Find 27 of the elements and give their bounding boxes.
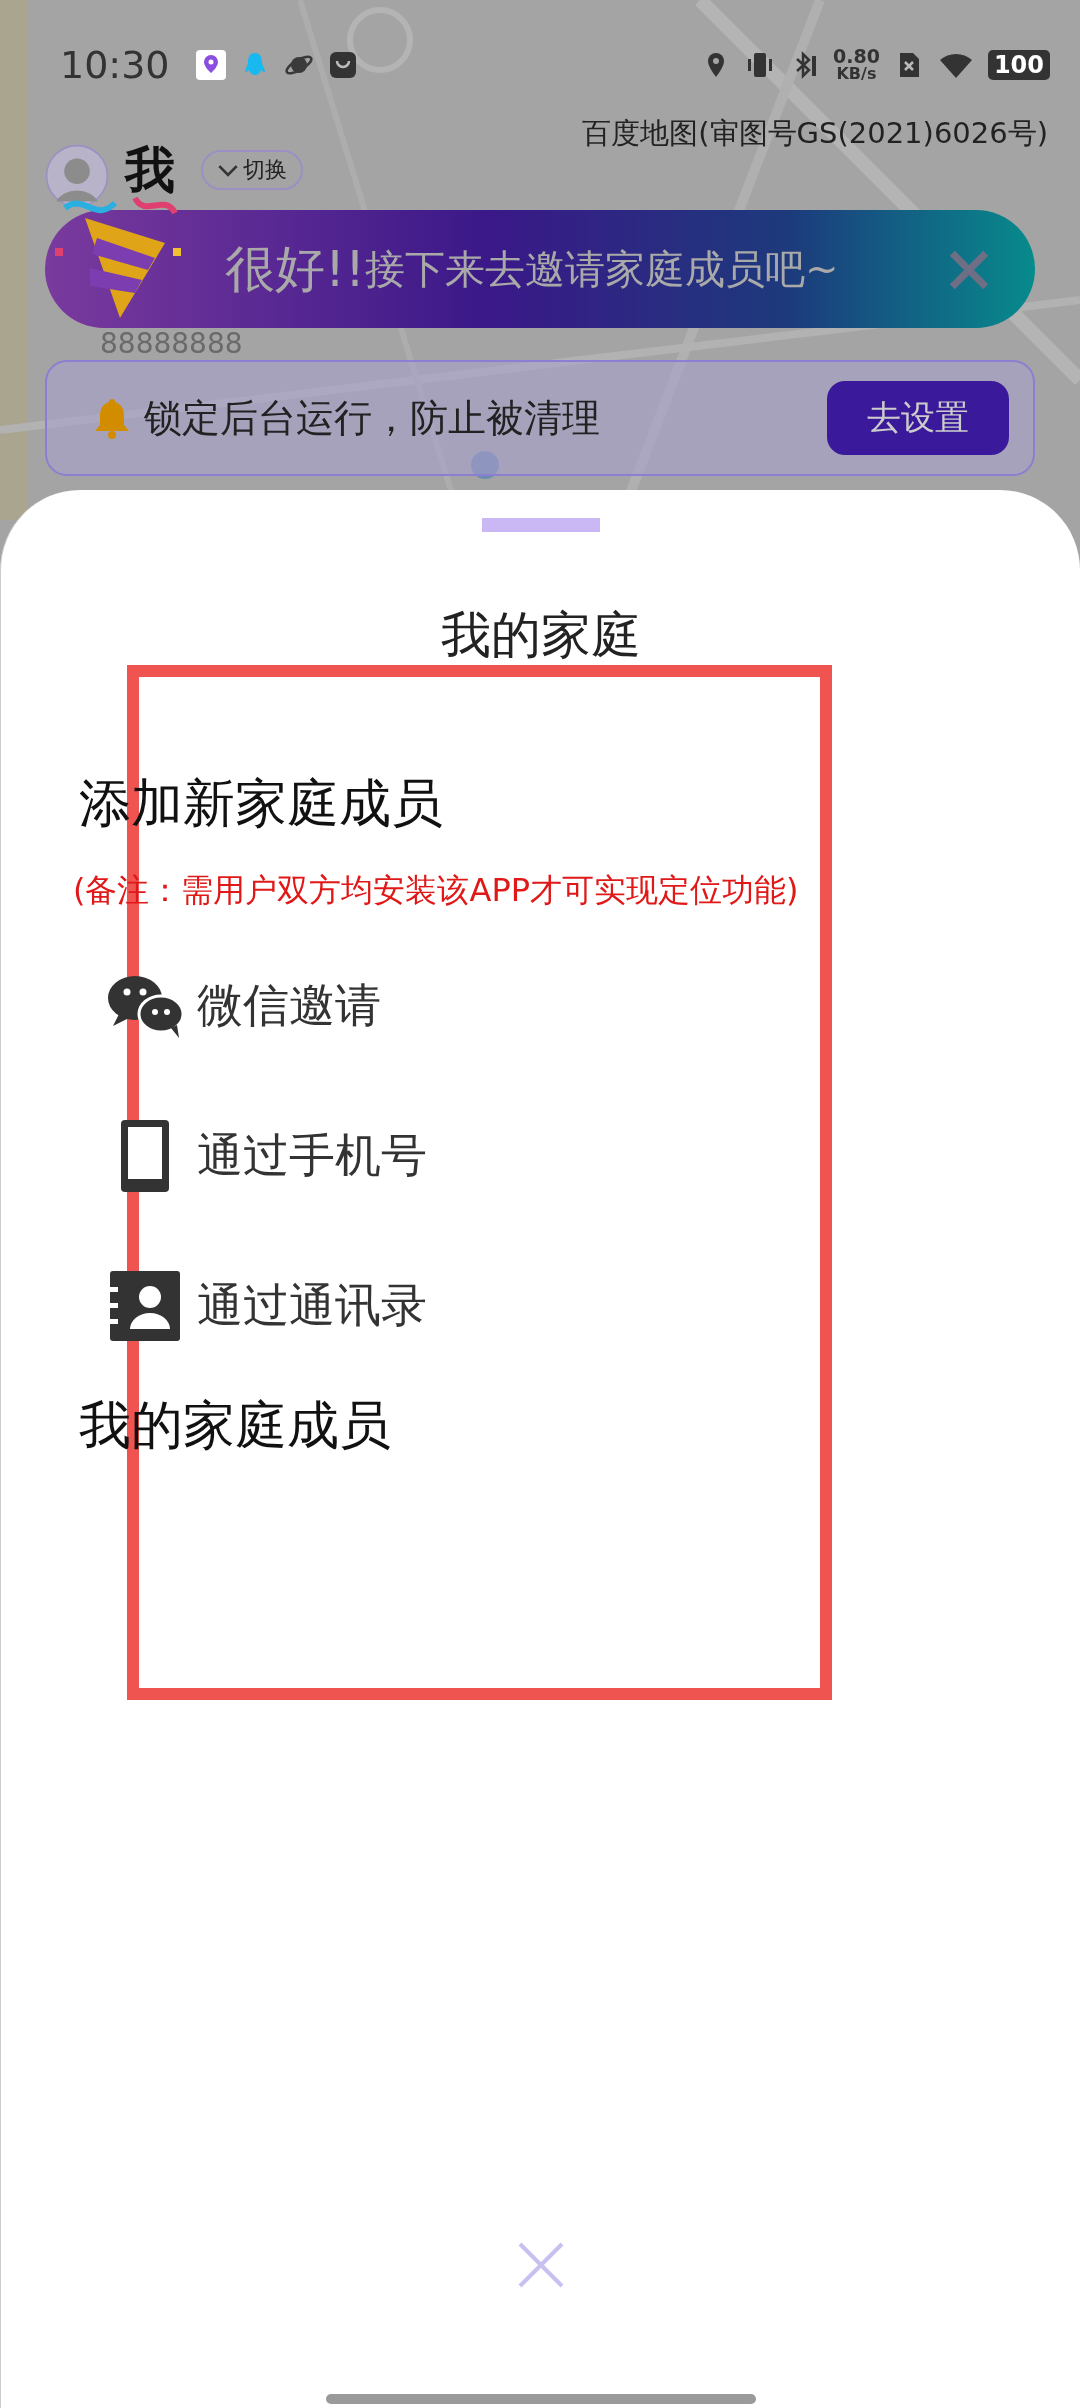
avatar-icon[interactable] — [45, 144, 109, 208]
home-indicator[interactable] — [326, 2394, 756, 2404]
switch-button[interactable]: 切换 — [201, 150, 303, 190]
clock: 10:30 — [60, 43, 170, 87]
vibrate-icon — [745, 50, 775, 80]
settings-button[interactable]: 去设置 — [827, 381, 1009, 455]
shopping-bag-icon — [327, 50, 358, 80]
map-pin-app-icon — [195, 50, 226, 80]
toast-exclaim: 很好!! — [225, 238, 366, 300]
toast-message: 接下来去邀请家庭成员吧~ — [365, 244, 839, 294]
phone-number: 88888888 — [100, 329, 243, 359]
close-icon[interactable] — [947, 248, 991, 292]
contacts-book-icon — [108, 1269, 182, 1343]
bell-icon — [92, 396, 132, 440]
battery-indicator: 100 — [987, 50, 1050, 80]
phone-icon — [119, 1118, 171, 1194]
notice-text: 锁定后台运行，防止被清理 — [144, 394, 601, 442]
chat-bubbles-icon — [105, 974, 185, 1038]
invite-option[interactable]: 通过手机号 — [1, 1081, 1080, 1231]
drag-handle[interactable] — [481, 518, 600, 532]
profile-name: 我 — [125, 144, 175, 196]
invite-option[interactable]: 微信邀请 — [1, 931, 1080, 1081]
network-speed: 0.80 KB/s — [833, 47, 880, 83]
sheet-title: 我的家庭 — [439, 605, 642, 666]
invite-option[interactable]: 通过通讯录 — [1, 1231, 1080, 1381]
map-attribution: 百度地图(审图号GS(2021)6026号) — [581, 116, 1049, 150]
caret-icon — [217, 163, 239, 177]
